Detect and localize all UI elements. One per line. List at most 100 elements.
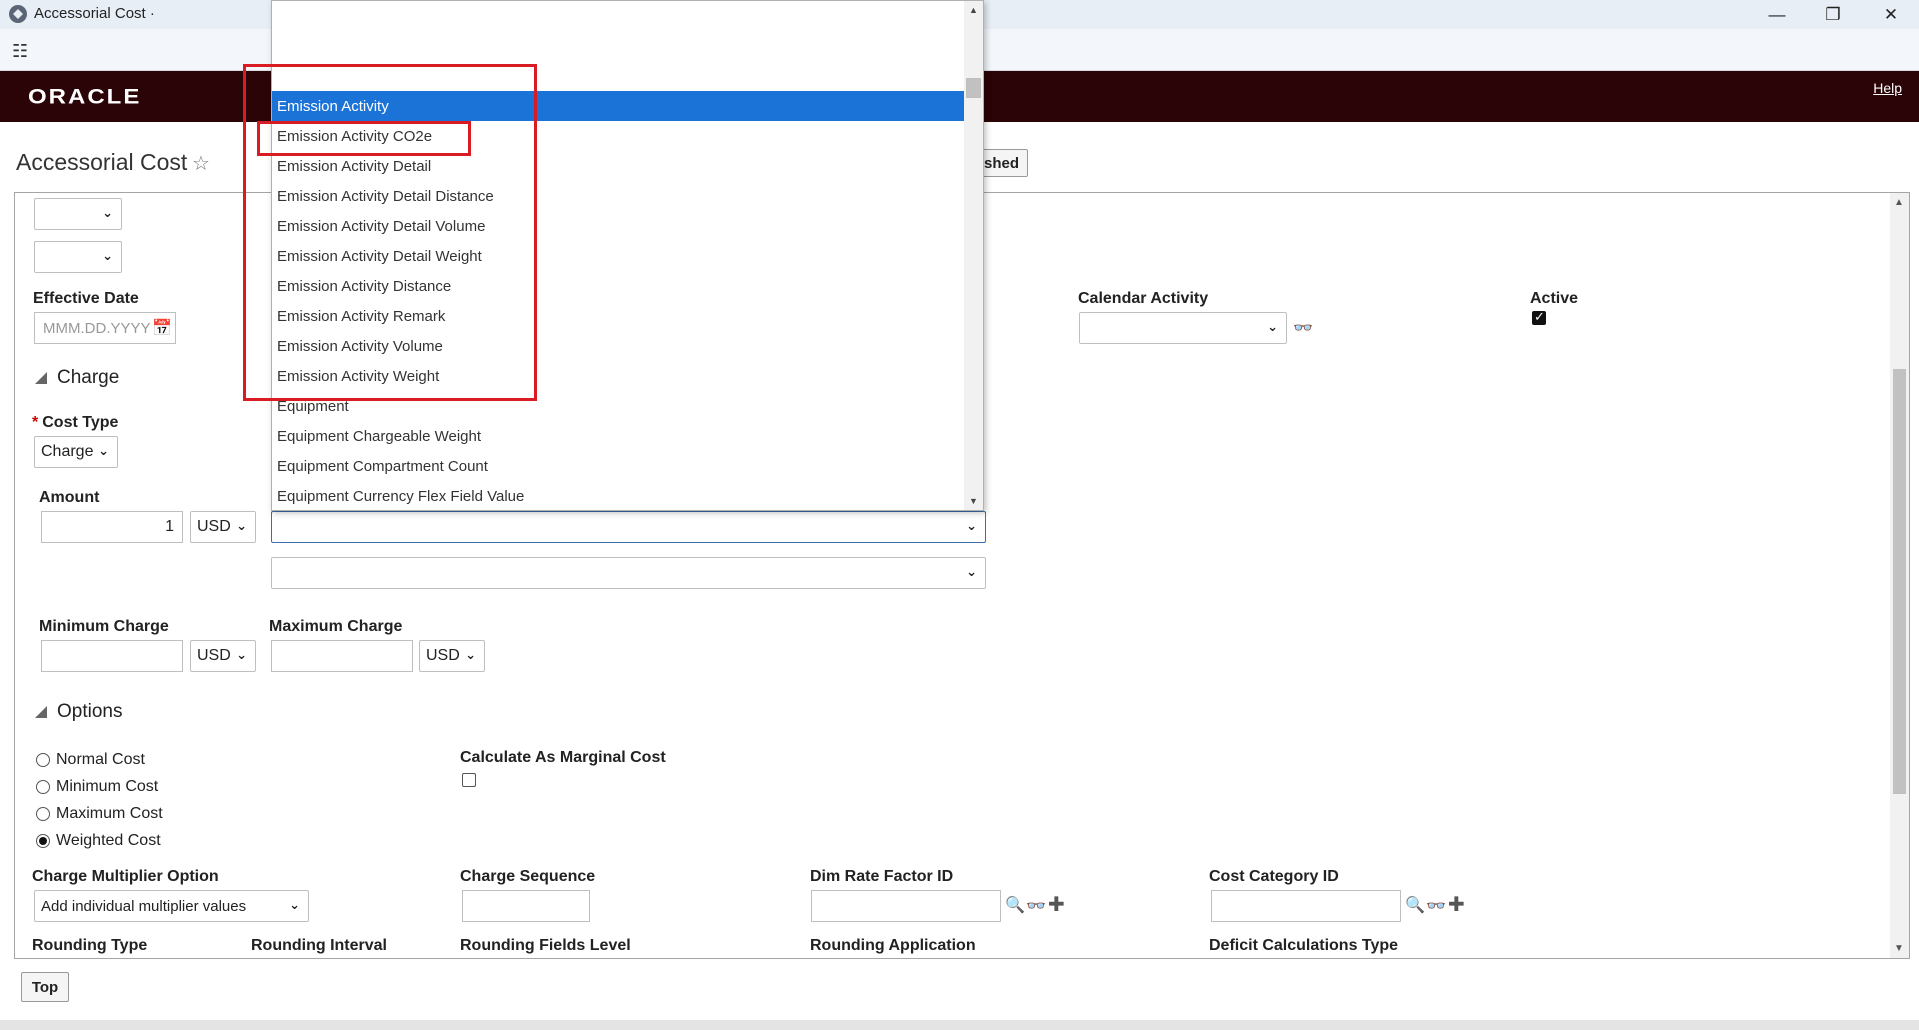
calendar-activity-label: Calendar Activity	[1078, 290, 1209, 307]
field-dropdown-list[interactable]: Emission Activity Emission Activity CO2e…	[271, 0, 984, 511]
add-plus-icon[interactable]: ✚	[1448, 892, 1465, 917]
charge-section-title: Charge	[57, 367, 120, 388]
chevron-down-icon: ⌄	[98, 443, 109, 458]
dropdown-option[interactable]: Emission Activity Volume	[272, 331, 965, 361]
calendar-icon[interactable]: 📅	[152, 318, 172, 338]
radio-minimum-cost[interactable]: Minimum Cost	[36, 778, 158, 796]
chevron-down-icon: ⌄	[966, 564, 977, 579]
minimum-charge-input[interactable]	[41, 640, 183, 672]
maximum-charge-currency-select[interactable]: USD ⌄	[419, 640, 485, 672]
search-icon[interactable]: 🔍	[1005, 895, 1025, 915]
radio-label: Normal Cost	[56, 751, 145, 768]
dropdown-option[interactable]: Emission Activity Distance	[272, 271, 965, 301]
top-select-1[interactable]: ⌄	[34, 198, 122, 230]
charge-multiplier-value: Add individual multiplier values	[41, 897, 247, 915]
minimize-button[interactable]: —	[1749, 0, 1805, 29]
dropdown-option[interactable]: Emission Activity Detail	[272, 151, 965, 181]
scroll-up-icon[interactable]: ▲	[1894, 197, 1904, 208]
dropdown-option[interactable]: Emission Activity Weight	[272, 361, 965, 391]
charge-sequence-input[interactable]	[462, 890, 590, 922]
cost-category-input[interactable]	[1211, 890, 1401, 922]
scroll-down-icon[interactable]: ▼	[1894, 943, 1904, 954]
scroll-up-icon[interactable]: ▲	[969, 5, 978, 15]
dropdown-option[interactable]: Emission Activity Remark	[272, 301, 965, 331]
dropdown-scroll-thumb[interactable]	[966, 78, 981, 98]
restore-button[interactable]: ❐	[1805, 0, 1861, 29]
top-button[interactable]: Top	[21, 972, 69, 1002]
dropdown-option[interactable]: Emission Activity Detail Distance	[272, 181, 965, 211]
view-glasses-icon[interactable]: 👓	[1293, 318, 1313, 338]
amount-value: 1	[165, 518, 174, 535]
settings-sliders-icon[interactable]: ☷	[12, 41, 28, 62]
radio-maximum-cost[interactable]: Maximum Cost	[36, 805, 163, 823]
help-link[interactable]: Help	[1873, 80, 1902, 96]
dim-rate-factor-input[interactable]	[811, 890, 1001, 922]
effective-date-placeholder: MMM.DD.YYYY	[43, 319, 151, 337]
rounding-interval-label: Rounding Interval	[251, 937, 387, 954]
collapse-triangle-icon	[35, 371, 47, 384]
rate-field-select[interactable]: ⌄	[271, 511, 986, 543]
window-title: Accessorial Cost ·	[34, 5, 155, 22]
amount-currency-select[interactable]: USD ⌄	[190, 511, 256, 543]
secondary-field-select[interactable]: ⌄	[271, 557, 986, 589]
radio-label: Weighted Cost	[56, 832, 161, 849]
chevron-down-icon: ⌄	[465, 647, 476, 662]
required-asterisk: *	[32, 414, 39, 431]
radio-button-selected[interactable]	[36, 834, 50, 848]
close-button[interactable]: ✕	[1863, 0, 1919, 29]
radio-label: Maximum Cost	[56, 805, 163, 822]
active-checkbox[interactable]	[1532, 309, 1546, 325]
cost-type-label: * Cost Type	[32, 414, 118, 432]
radio-weighted-cost[interactable]: Weighted Cost	[36, 832, 161, 850]
chevron-down-icon: ⌄	[966, 518, 977, 533]
radio-button[interactable]	[36, 807, 50, 821]
calc-marginal-checkbox[interactable]	[462, 773, 476, 787]
minimum-charge-currency-select[interactable]: USD ⌄	[190, 640, 256, 672]
add-plus-icon[interactable]: ✚	[1048, 892, 1065, 917]
rounding-application-label: Rounding Application	[810, 937, 976, 954]
scroll-thumb[interactable]	[1893, 369, 1906, 794]
options-section-header[interactable]: Options	[35, 701, 122, 723]
view-glasses-icon[interactable]: 👓	[1426, 896, 1446, 916]
dropdown-option[interactable]: Equipment Currency Flex Field Value	[272, 481, 965, 510]
dropdown-option[interactable]: Equipment	[272, 391, 965, 421]
scroll-down-icon[interactable]: ▼	[969, 496, 978, 506]
charge-section-header[interactable]: Charge	[35, 367, 119, 389]
radio-normal-cost[interactable]: Normal Cost	[36, 751, 145, 769]
dropdown-option[interactable]: Equipment Compartment Count	[272, 451, 965, 481]
search-icon[interactable]: 🔍	[1405, 895, 1425, 915]
radio-label: Minimum Cost	[56, 778, 159, 795]
options-section-title: Options	[57, 701, 123, 722]
charge-multiplier-label: Charge Multiplier Option	[32, 868, 219, 885]
chevron-down-icon: ⌄	[102, 248, 113, 263]
maximum-charge-currency-value: USD	[426, 647, 460, 664]
dropdown-option[interactable]: Emission Activity Detail Volume	[272, 211, 965, 241]
content-scrollbar[interactable]: ▲ ▼	[1890, 193, 1909, 958]
dropdown-option[interactable]: Emission Activity Detail Weight	[272, 241, 965, 271]
dropdown-option[interactable]: Equipment Chargeable Weight	[272, 421, 965, 451]
radio-button[interactable]	[36, 753, 50, 767]
favorite-star-icon[interactable]: ☆	[192, 151, 210, 176]
amount-input[interactable]: 1	[41, 511, 183, 543]
amount-label: Amount	[39, 489, 100, 506]
charge-multiplier-select[interactable]: Add individual multiplier values ⌄	[34, 890, 309, 922]
top-select-2[interactable]: ⌄	[34, 241, 122, 273]
calendar-activity-select[interactable]: ⌄	[1079, 312, 1287, 344]
maximum-charge-label: Maximum Charge	[269, 618, 403, 635]
rounding-type-label: Rounding Type	[32, 937, 148, 954]
dropdown-scrollbar[interactable]: ▲ ▼	[964, 1, 983, 510]
collapse-triangle-icon	[35, 705, 47, 718]
chevron-down-icon: ⌄	[102, 205, 113, 220]
minimum-charge-currency-value: USD	[197, 647, 231, 664]
radio-button[interactable]	[36, 780, 50, 794]
view-glasses-icon[interactable]: 👓	[1026, 896, 1046, 916]
dropdown-option-selected[interactable]: Emission Activity	[272, 91, 965, 121]
chevron-down-icon: ⌄	[289, 897, 300, 912]
cost-type-select[interactable]: Charge ⌄	[34, 436, 118, 468]
dropdown-option[interactable]: Emission Activity CO2e	[272, 121, 965, 151]
minimum-charge-label: Minimum Charge	[39, 618, 169, 635]
deficit-calculations-type-label: Deficit Calculations Type	[1209, 937, 1399, 954]
maximum-charge-input[interactable]	[271, 640, 413, 672]
effective-date-label: Effective Date	[33, 290, 139, 307]
calc-marginal-label: Calculate As Marginal Cost	[460, 749, 666, 766]
